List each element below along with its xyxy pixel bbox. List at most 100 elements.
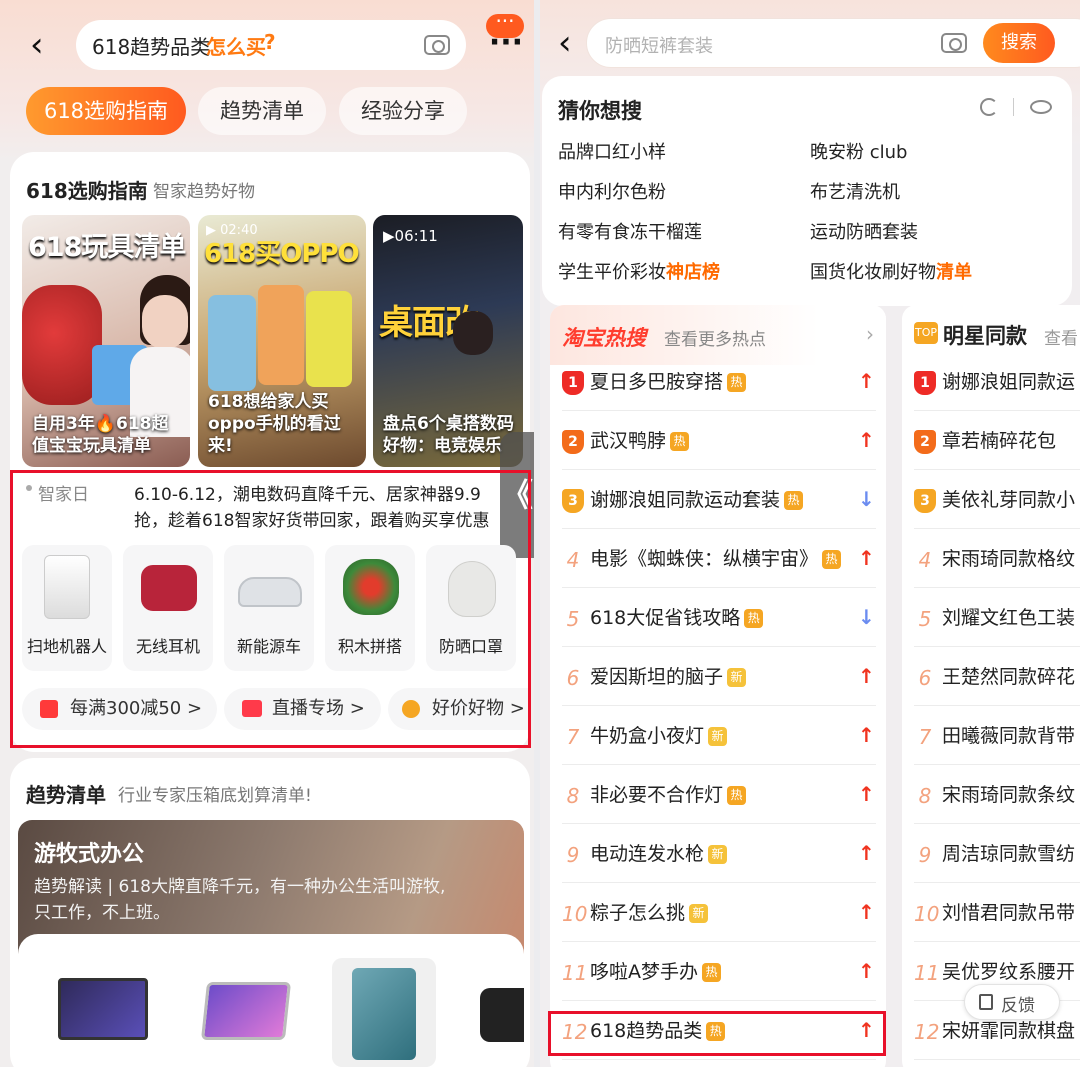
hot-search-row[interactable]: 4 电影《蜘蛛侠：纵横宇宙》热 ↑	[562, 532, 876, 588]
product-tile[interactable]	[332, 958, 436, 1067]
hot-search-row[interactable]: 8 非必要不合作灯热 ↑	[562, 768, 876, 824]
tablet-image[interactable]	[200, 982, 292, 1040]
rank-badge: 2	[914, 430, 936, 454]
guess-item-text: 布艺清洗机	[810, 182, 900, 203]
camera-icon[interactable]	[941, 33, 967, 53]
hot-more[interactable]: 查看更多热点	[664, 325, 766, 350]
hot-search-label: 电影《蜘蛛侠：纵横宇宙》	[590, 548, 819, 570]
tab-experience[interactable]: 经验分享	[339, 87, 467, 135]
star-row[interactable]: 1 谢娜浪姐同款运	[914, 355, 1080, 411]
camera-icon[interactable]	[424, 35, 450, 55]
hot-search-text: 谢娜浪姐同款运动套装热	[590, 487, 804, 513]
tab-guide[interactable]: 618选购指南	[26, 87, 186, 135]
star-item-text: 刘耀文红色工装	[942, 607, 1076, 629]
hot-search-row[interactable]: 7 牛奶盒小夜灯新 ↑	[562, 709, 876, 765]
guess-item[interactable]: 国货化妆刷好物清单	[810, 258, 972, 284]
guess-item[interactable]: 申内利尔色粉	[558, 178, 666, 204]
star-more[interactable]: 查看	[1044, 324, 1078, 349]
tab-trend-list[interactable]: 趋势清单	[198, 87, 326, 135]
search-input[interactable]: 防晒短裤套装	[605, 32, 713, 58]
arrow-up-icon: ↑	[858, 959, 875, 983]
search-bar[interactable]: 618趋势品类 怎么买 ?	[76, 20, 466, 70]
product-image[interactable]	[480, 988, 524, 1042]
guess-item-text: 学生平价彩妆	[558, 262, 666, 283]
star-row[interactable]: 4 宋雨琦同款格纹	[914, 532, 1080, 588]
hot-search-row[interactable]: 3 谢娜浪姐同款运动套装热 ↓	[562, 473, 876, 529]
star-row[interactable]: 8 宋雨琦同款条纹	[914, 768, 1080, 824]
arrow-up-icon: ↑	[858, 723, 875, 747]
hot-search-text: 夏日多巴胺穿搭热	[590, 369, 747, 395]
video-card[interactable]: 618玩具清单 自用3年🔥618超值宝宝玩具清单	[22, 215, 190, 467]
chevron-right-icon[interactable]: ›	[866, 322, 874, 346]
hot-search-row[interactable]: 10 粽子怎么挑新 ↑	[562, 886, 876, 942]
star-item-text: 田曦薇同款背带	[942, 725, 1076, 747]
feedback-button[interactable]: 反馈	[964, 984, 1060, 1020]
person-image	[453, 311, 493, 355]
video-card[interactable]: ▶ 02:40 618买OPPO 618想给家人买oppo手机的看过来!	[198, 215, 366, 467]
hot-search-text: 电影《蜘蛛侠：纵横宇宙》热	[590, 546, 842, 572]
arrow-down-icon: ↓	[858, 605, 875, 629]
back-icon[interactable]: ‹	[30, 28, 54, 62]
phone-image	[208, 295, 256, 391]
rank-number: 6	[566, 666, 580, 690]
rank-number: 5	[566, 607, 580, 631]
hot-search-row[interactable]: 5 618大促省钱攻略热 ↓	[562, 591, 876, 647]
phone-image	[258, 285, 304, 385]
hot-search-label: 哆啦A梦手办	[590, 961, 698, 983]
guide-title: 618选购指南	[26, 179, 148, 203]
star-row[interactable]: 6 王楚然同款碎花	[914, 650, 1080, 706]
hot-search-row[interactable]: 1 夏日多巴胺穿搭热 ↑	[562, 355, 876, 411]
star-row[interactable]: 5 刘耀文红色工装	[914, 591, 1080, 647]
laptop-image[interactable]	[58, 978, 148, 1040]
guess-item[interactable]: 学生平价彩妆神店榜	[558, 258, 720, 284]
hot-search-label: 618大促省钱攻略	[590, 607, 741, 629]
star-item-text: 宋雨琦同款格纹	[942, 548, 1076, 570]
guess-item[interactable]: 有零有食冻干榴莲	[558, 218, 702, 244]
hot-search-row[interactable]: 2 武汉鸭脖热 ↑	[562, 414, 876, 470]
hot-search-label: 爱因斯坦的脑子	[590, 666, 724, 688]
arrow-up-icon: ↑	[858, 428, 875, 452]
hot-search-text: 武汉鸭脖热	[590, 428, 690, 454]
refresh-icon[interactable]	[980, 98, 998, 116]
star-row[interactable]: 9 周洁琼同款雪纺	[914, 827, 1080, 883]
star-item-text: 章若楠碎花包	[942, 430, 1057, 452]
hot-search-label: 非必要不合作灯	[590, 784, 724, 806]
hot-tag-badge: 新	[689, 904, 709, 923]
rank-number: 4	[918, 548, 932, 572]
rank-badge: 1	[562, 371, 584, 395]
star-row[interactable]: 7 田曦薇同款背带	[914, 709, 1080, 765]
star-row[interactable]: 2 章若楠碎花包	[914, 414, 1080, 470]
hot-search-row[interactable]: 11 哆啦A梦手办热 ↑	[562, 945, 876, 1001]
guess-item[interactable]: 运动防晒套装	[810, 218, 918, 244]
rank-number: 10	[914, 902, 940, 926]
star-item-text: 周洁琼同款雪纺	[942, 843, 1076, 865]
search-bar[interactable]: 防晒短裤套装 搜索	[586, 18, 1080, 68]
hot-search-row[interactable]: 9 电动连发水枪新 ↑	[562, 827, 876, 883]
feedback-icon	[979, 994, 993, 1010]
rank-number: 12	[914, 1020, 940, 1044]
hot-tag-badge: 新	[727, 668, 747, 687]
highlight-box	[548, 1011, 886, 1056]
hot-search-text: 哆啦A梦手办热	[590, 959, 721, 985]
back-icon[interactable]: ‹	[558, 26, 582, 60]
guess-item[interactable]: 晚安粉 club	[810, 138, 907, 164]
eye-icon[interactable]	[1030, 100, 1052, 114]
star-item-text: 王楚然同款碎花	[942, 666, 1076, 688]
more-icon[interactable]: ···	[486, 28, 526, 58]
video-overlay-title: 618买OPPO	[204, 239, 360, 269]
product-strip	[18, 934, 524, 1067]
video-card[interactable]: ▶06:11 桌面改 盘点6个桌搭数码好物：电竞娱乐	[373, 215, 523, 467]
star-row[interactable]: 10 刘惜君同款吊带	[914, 886, 1080, 942]
left-screen: ‹ 618趋势品类 怎么买 ? ··· ··· 618选购指南 趋势清单 经验分…	[0, 0, 534, 1067]
guess-item-text: 晚安粉 club	[810, 142, 908, 163]
guess-item-text: 申内利尔色粉	[558, 182, 666, 203]
banner-text: 只工作，不上班。	[34, 903, 170, 923]
guess-item[interactable]: 布艺清洗机	[810, 178, 900, 204]
divider	[1013, 98, 1014, 116]
hot-search-text: 牛奶盒小夜灯新	[590, 723, 728, 749]
star-row[interactable]: 3 美依礼芽同款小	[914, 473, 1080, 529]
search-button[interactable]: 搜索	[983, 23, 1055, 63]
guess-item[interactable]: 品牌口红小样	[558, 138, 666, 164]
hot-search-row[interactable]: 6 爱因斯坦的脑子新 ↑	[562, 650, 876, 706]
rank-badge: 1	[914, 371, 936, 395]
